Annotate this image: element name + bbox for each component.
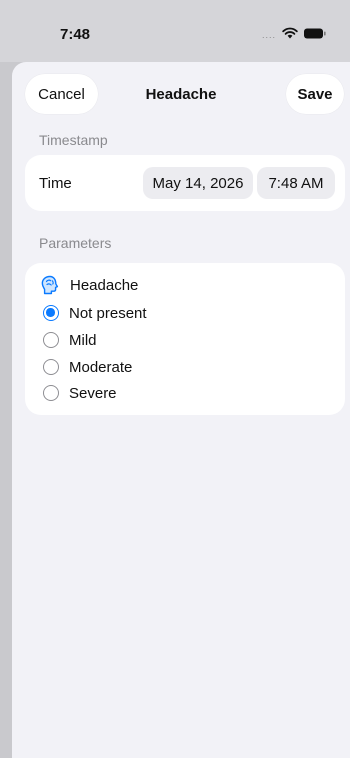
nav-bar: Cancel Headache Save xyxy=(12,74,350,114)
status-icons: .... xyxy=(262,26,326,40)
radio-unselected-icon[interactable] xyxy=(43,385,59,401)
option-not-present[interactable]: Not present xyxy=(43,303,147,323)
option-mild[interactable]: Mild xyxy=(43,330,97,350)
timestamp-card: Time May 14, 2026 7:48 AM xyxy=(25,155,345,211)
time-label: Time xyxy=(39,174,72,192)
option-label: Moderate xyxy=(69,358,133,376)
save-button[interactable]: Save xyxy=(286,74,344,114)
signal-dots: .... xyxy=(261,30,276,40)
parameter-title: Headache xyxy=(40,275,138,295)
status-bar: 7:48 .... xyxy=(0,0,350,62)
option-label: Not present xyxy=(69,304,147,322)
head-icon xyxy=(40,275,60,295)
radio-unselected-icon[interactable] xyxy=(43,332,59,348)
option-label: Severe xyxy=(69,384,117,402)
battery-icon xyxy=(304,28,326,39)
timestamp-section-header: Timestamp xyxy=(39,132,108,148)
radio-unselected-icon[interactable] xyxy=(43,359,59,375)
option-severe[interactable]: Severe xyxy=(43,383,117,403)
option-label: Mild xyxy=(69,331,97,349)
wifi-icon xyxy=(282,27,298,39)
parameters-card: Headache Not present Mild Moderate Sever… xyxy=(25,263,345,415)
option-moderate[interactable]: Moderate xyxy=(43,357,132,377)
cancel-button[interactable]: Cancel xyxy=(25,74,98,114)
entry-sheet: Cancel Headache Save Timestamp Time May … xyxy=(12,62,350,758)
status-time: 7:48 xyxy=(60,26,91,43)
parameters-section-header: Parameters xyxy=(39,235,112,251)
date-picker-button[interactable]: May 14, 2026 xyxy=(143,167,253,199)
time-picker-button[interactable]: 7:48 AM xyxy=(257,167,335,199)
radio-selected-icon[interactable] xyxy=(43,305,59,321)
parameter-name: Headache xyxy=(70,276,139,294)
